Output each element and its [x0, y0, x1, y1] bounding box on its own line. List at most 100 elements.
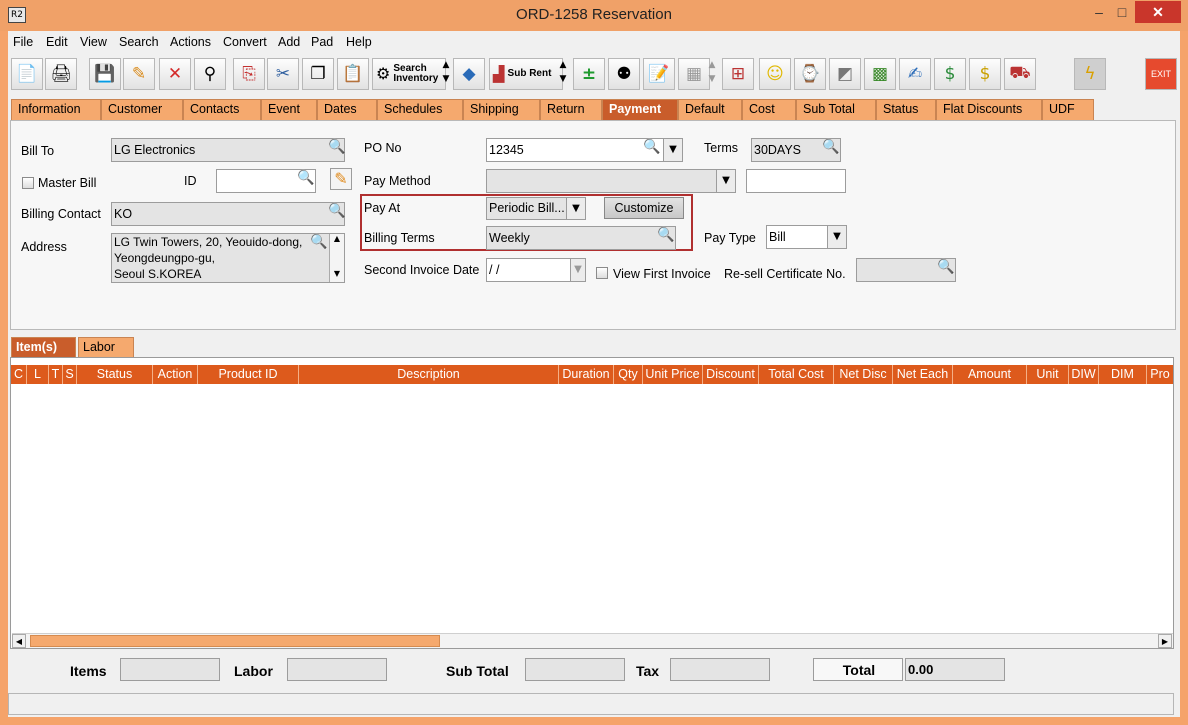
truck-icon[interactable]: ⛟: [1004, 58, 1036, 90]
cut-icon[interactable]: ✂: [267, 58, 299, 90]
search-inventory-dropdown-icon[interactable]: ▲ ▼: [442, 58, 450, 90]
col-duration[interactable]: Duration: [559, 365, 614, 384]
po-no-search-icon[interactable]: 🔍: [643, 139, 660, 155]
edit-pencil-icon[interactable]: ✎: [123, 58, 155, 90]
pay-method-dropdown-icon[interactable]: ▼: [716, 169, 736, 193]
tab-udf[interactable]: UDF: [1042, 99, 1094, 120]
col-unit[interactable]: Unit: [1027, 365, 1069, 384]
po-no-dropdown-icon[interactable]: ▼: [663, 138, 683, 162]
balls-icon[interactable]: ⚉: [608, 58, 640, 90]
menu-pad[interactable]: Pad: [311, 35, 333, 49]
view-first-invoice-checkbox[interactable]: [596, 267, 608, 279]
notepad-icon[interactable]: 📝: [643, 58, 675, 90]
col-product-id[interactable]: Product ID: [198, 365, 299, 384]
tab-items[interactable]: Item(s): [11, 337, 76, 357]
horizontal-scrollbar[interactable]: ◀ ▶: [12, 633, 1173, 648]
col-action[interactable]: Action: [153, 365, 198, 384]
second-invoice-dropdown-icon[interactable]: ▼: [570, 258, 586, 282]
scroll-left-icon[interactable]: ◀: [12, 634, 26, 648]
col-description[interactable]: Description: [299, 365, 559, 384]
tab-flat-discounts[interactable]: Flat Discounts: [936, 99, 1042, 120]
master-bill-checkbox[interactable]: [22, 177, 34, 189]
print-icon[interactable]: 🖨: [45, 58, 77, 90]
eraser-icon[interactable]: ◩: [829, 58, 861, 90]
billing-contact-field[interactable]: KO: [111, 202, 345, 226]
calendar-icon[interactable]: ▦: [678, 58, 710, 90]
col-unit-price[interactable]: Unit Price: [643, 365, 703, 384]
pay-at-dropdown-icon[interactable]: ▼: [566, 197, 586, 220]
tab-sub-total[interactable]: Sub Total: [796, 99, 876, 120]
resell-certificate-search-icon[interactable]: 🔍: [937, 259, 954, 275]
tab-payment[interactable]: Payment: [602, 99, 678, 120]
copy-order-icon[interactable]: ⎘: [233, 58, 265, 90]
customize-button[interactable]: Customize: [604, 197, 684, 219]
col-net-each[interactable]: Net Each: [893, 365, 953, 384]
money-transfer-icon[interactable]: $: [934, 58, 966, 90]
billing-terms-field[interactable]: Weekly: [486, 226, 676, 250]
menu-help[interactable]: Help: [346, 35, 372, 49]
menu-convert[interactable]: Convert: [223, 35, 267, 49]
search-inventory-button[interactable]: ⚙ Search Inventory: [372, 58, 446, 90]
pay-method-extra-field[interactable]: [746, 169, 846, 193]
col-l[interactable]: L: [27, 365, 49, 384]
col-amount[interactable]: Amount: [953, 365, 1027, 384]
menu-add[interactable]: Add: [278, 35, 300, 49]
save-icon[interactable]: 💾: [89, 58, 121, 90]
billing-terms-search-icon[interactable]: 🔍: [657, 227, 674, 243]
paste-icon[interactable]: 📋: [337, 58, 369, 90]
col-net-disc[interactable]: Net Disc: [834, 365, 893, 384]
maximize-button[interactable]: □: [1107, 1, 1137, 23]
close-button[interactable]: ✕: [1135, 1, 1181, 23]
pencil-icon[interactable]: ✎: [330, 168, 352, 190]
col-discount[interactable]: Discount: [703, 365, 759, 384]
col-qty[interactable]: Qty: [614, 365, 643, 384]
tab-default[interactable]: Default: [678, 99, 742, 120]
new-document-icon[interactable]: 📄: [11, 58, 43, 90]
tab-contacts[interactable]: Contacts: [183, 99, 261, 120]
pay-type-dropdown-icon[interactable]: ▼: [827, 225, 847, 249]
calendar-dropdown-icon[interactable]: ▲ ▼: [708, 58, 716, 90]
tab-cost[interactable]: Cost: [742, 99, 796, 120]
tab-status[interactable]: Status: [876, 99, 936, 120]
po-no-field[interactable]: 12345: [486, 138, 664, 162]
bill-to-field[interactable]: LG Electronics: [111, 138, 345, 162]
smiley-icon[interactable]: ☺: [759, 58, 791, 90]
menu-actions[interactable]: Actions: [170, 35, 211, 49]
tab-return[interactable]: Return: [540, 99, 602, 120]
col-pro[interactable]: Pro: [1147, 365, 1173, 384]
tab-schedules[interactable]: Schedules: [377, 99, 463, 120]
col-status[interactable]: Status: [77, 365, 153, 384]
id-search-icon[interactable]: 🔍: [297, 170, 314, 186]
col-diw[interactable]: DIW: [1069, 365, 1099, 384]
tab-customer[interactable]: Customer: [101, 99, 183, 120]
tab-event[interactable]: Event: [261, 99, 317, 120]
address-search-icon[interactable]: 🔍: [310, 234, 327, 250]
tab-information[interactable]: Information: [11, 99, 101, 120]
terms-search-icon[interactable]: 🔍: [822, 139, 839, 155]
pay-at-field[interactable]: Periodic Bill...: [486, 197, 567, 220]
add-item-icon[interactable]: ±: [573, 58, 605, 90]
address-scrollbar[interactable]: ▲ ▼: [329, 234, 344, 282]
folder-clock-icon[interactable]: ⌚: [794, 58, 826, 90]
menu-file[interactable]: File: [13, 35, 33, 49]
shapes-icon[interactable]: ◆: [453, 58, 485, 90]
billing-contact-search-icon[interactable]: 🔍: [328, 203, 345, 219]
menu-search[interactable]: Search: [119, 35, 159, 49]
scroll-thumb[interactable]: [30, 635, 440, 647]
scroll-right-icon[interactable]: ▶: [1158, 634, 1172, 648]
sub-rent-button[interactable]: ▟ Sub Rent: [489, 58, 563, 90]
tab-dates[interactable]: Dates: [317, 99, 377, 120]
delete-icon[interactable]: ✕: [159, 58, 191, 90]
tab-labor[interactable]: Labor: [78, 337, 134, 357]
copy-icon[interactable]: ❐: [302, 58, 334, 90]
col-c[interactable]: C: [11, 365, 27, 384]
exit-button[interactable]: EXIT: [1145, 58, 1177, 90]
col-dim[interactable]: DIM: [1099, 365, 1147, 384]
cubes-icon[interactable]: ▩: [864, 58, 896, 90]
menu-edit[interactable]: Edit: [46, 35, 68, 49]
col-t[interactable]: T: [49, 365, 63, 384]
bill-to-search-icon[interactable]: 🔍: [328, 139, 345, 155]
tab-shipping[interactable]: Shipping: [463, 99, 540, 120]
binoculars-icon[interactable]: ⚲: [194, 58, 226, 90]
money-notes-icon[interactable]: $: [969, 58, 1001, 90]
